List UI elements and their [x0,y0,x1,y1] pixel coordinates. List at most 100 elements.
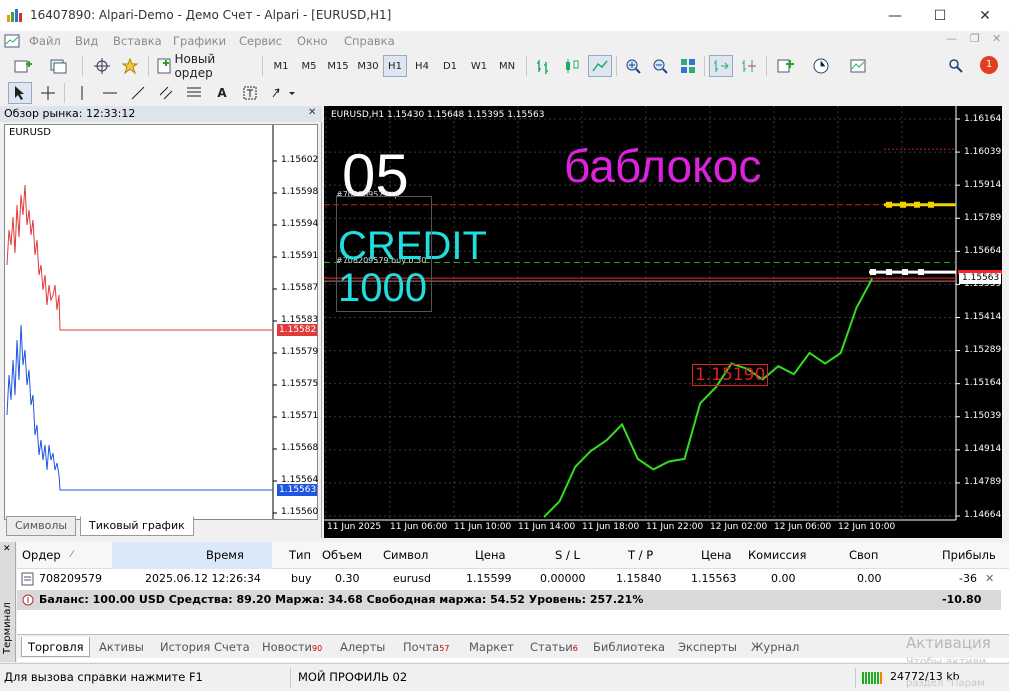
price-axis-label: 1.14789 [964,477,1002,487]
connection-status-icon [862,672,882,684]
col-time[interactable]: Время [206,542,244,569]
new-order-button[interactable]: Новый ордер [154,52,256,80]
table-row[interactable]: 708209579 2025.06.12 12:26:34 buy 0.30 e… [17,569,1009,589]
menu-window[interactable]: Окно [297,34,328,48]
col-commission[interactable]: Комиссия [748,542,806,569]
zoom-out-icon[interactable] [648,55,672,77]
equidistant-channel-icon[interactable] [154,82,178,104]
child-close-button[interactable]: ✕ [992,32,1001,45]
tab-journal[interactable]: Журнал [745,637,805,657]
activation-watermark-line3: раздел "Парам [906,678,985,689]
tab-articles[interactable]: Статьи6 [524,637,584,657]
col-order[interactable]: Ордер [22,542,61,569]
time-axis-label: 11 Jun 06:00 [390,522,448,532]
row-price: 1.15599 [466,572,512,585]
menu-view[interactable]: Вид [75,34,98,48]
market-watch-close-icon[interactable]: ✕ [308,107,316,118]
candlestick-chart-icon[interactable] [560,55,584,77]
search-icon[interactable] [944,55,968,77]
terminal-panel: Ордер ⁄ Время Тип Объем Символ Цена S / … [17,542,1009,662]
status-profile[interactable]: МОЙ ПРОФИЛЬ 02 [298,670,407,684]
terminal-close-icon[interactable]: ✕ [3,544,11,554]
tf-m30-button[interactable]: M30 [354,55,382,77]
tf-m1-button[interactable]: M1 [268,55,294,77]
tf-h4-button[interactable]: H4 [409,55,435,77]
tab-exposure[interactable]: Активы [93,637,150,657]
price-axis-label: 1.14914 [964,444,1002,454]
tab-trade[interactable]: Торговля [21,637,91,657]
tab-alerts[interactable]: Алерты [334,637,391,657]
minimize-button[interactable]: — [872,0,918,31]
arrows-dropdown-icon[interactable] [266,82,300,104]
maximize-button[interactable]: ☐ [917,0,963,31]
menu-file[interactable]: Файл [29,34,61,48]
crosshair-move-icon[interactable] [90,55,114,77]
tab-library[interactable]: Библиотека [587,637,671,657]
tab-tick-chart[interactable]: Тиковый график [80,516,194,536]
col-type[interactable]: Тип [289,542,311,569]
main-chart[interactable]: EURUSD,H1 1.15430 1.15648 1.15395 1.1556… [324,106,1002,538]
col-swap[interactable]: Своп [849,542,878,569]
zoom-in-icon[interactable] [621,55,645,77]
menu-tools[interactable]: Сервис [239,34,282,48]
new-order-icon [157,58,171,74]
mw-price-label: 1.15598 [281,187,319,197]
tf-w1-button[interactable]: W1 [466,55,492,77]
activation-watermark: Активация [906,634,991,652]
trendline-icon[interactable] [126,82,150,104]
menu-insert[interactable]: Вставка [113,34,162,48]
price-axis-label: 1.15039 [964,411,1002,421]
col-tp[interactable]: T / P [628,542,653,569]
autoscroll-icon[interactable] [709,55,733,77]
cursor-icon[interactable] [8,82,32,104]
col-volume[interactable]: Объем [322,542,362,569]
text-icon[interactable]: A [210,82,234,104]
child-restore-button[interactable]: ❐ [970,32,980,45]
tab-symbols[interactable]: Символы [6,516,77,536]
time-axis-label: 12 Jun 10:00 [838,522,896,532]
tab-news[interactable]: Новости90 [256,637,328,657]
tf-d1-button[interactable]: D1 [437,55,463,77]
close-order-icon[interactable]: ✕ [985,572,994,585]
menu-help[interactable]: Справка [344,34,395,48]
tab-experts[interactable]: Эксперты [672,637,743,657]
toolbar-separator [148,56,149,76]
crosshair-icon[interactable] [36,82,60,104]
col-symbol[interactable]: Символ [383,542,428,569]
child-minimize-button[interactable]: — [946,32,957,45]
new-chart-button[interactable] [8,55,40,77]
close-button[interactable]: ✕ [962,0,1008,31]
new-order-label: Новый ордер [174,52,216,80]
indicators-icon[interactable] [772,55,804,77]
horizontal-line-icon[interactable] [98,82,122,104]
col-profit[interactable]: Прибыль [942,542,996,569]
profiles-button[interactable] [44,55,76,77]
row-type: buy [291,572,312,585]
favorites-icon[interactable] [118,55,142,77]
tab-market[interactable]: Маркет [463,637,520,657]
col-price2[interactable]: Цена [701,542,732,569]
tf-mn-button[interactable]: MN [494,55,520,77]
balance-icon [22,594,34,606]
col-sl[interactable]: S / L [555,542,580,569]
mw-price-label: 1.15571 [281,411,319,421]
price-axis-label: 1.15914 [964,180,1002,190]
chart-shift-icon[interactable] [737,55,761,77]
chart-title-text: баблокос [564,140,762,192]
tab-account-history[interactable]: История Счета [154,637,256,657]
menu-charts[interactable]: Графики [173,34,226,48]
text-label-icon[interactable] [238,82,262,104]
col-price[interactable]: Цена [475,542,506,569]
bar-chart-icon[interactable] [532,55,556,77]
tile-windows-icon[interactable] [676,55,700,77]
notification-badge[interactable]: 1 [980,56,998,74]
templates-icon[interactable] [845,55,879,77]
tab-mailbox[interactable]: Почта57 [397,637,455,657]
tf-m5-button[interactable]: M5 [296,55,322,77]
line-chart-icon[interactable] [588,55,612,77]
vertical-line-icon[interactable] [70,82,94,104]
tf-h1-button[interactable]: H1 [383,55,407,77]
tf-m15-button[interactable]: M15 [324,55,352,77]
periods-clock-icon[interactable] [808,55,840,77]
fibonacci-icon[interactable] [182,82,206,104]
